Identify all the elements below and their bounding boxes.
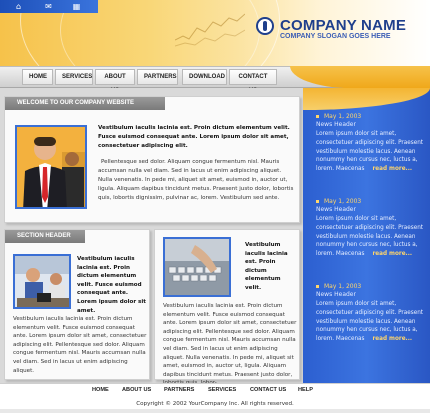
keyboard-photo [163,237,231,297]
bullet-icon [316,200,319,203]
news-date: May 1, 2003 [324,283,362,290]
copyright-text: Copyright © 2002 YourCompany Inc. All ri… [136,401,294,407]
read-more-link[interactable]: read more... [373,166,413,172]
nav-contact-us[interactable]: CONTACT US [229,69,277,94]
footer-stripe [0,409,430,413]
news-date: May 1, 2003 [324,198,362,205]
mail-icon[interactable]: ✉ [44,2,53,11]
footer-link-services[interactable]: SERVICES [208,387,236,393]
footer-link-about-us[interactable]: ABOUT US [122,387,151,393]
footer-link-home[interactable]: HOME [92,387,109,393]
welcome-panel: WELCOME TO OUR COMPANY WEBSITE Vestibulu… [4,96,300,223]
nav-home[interactable]: HOME [22,69,53,85]
site-footer: HOME ABOUT US PARTNERS SERVICES CONTACT … [0,383,430,413]
sitemap-icon[interactable]: ▦ [72,2,81,11]
company-slogan: COMPANY SLOGAN GOES HERE [280,33,391,40]
nav-partners[interactable]: PARTNERS [137,69,178,85]
office-meeting-photo [13,254,71,309]
welcome-lead: Vestibulum iaculis lacinia est. Proin di… [98,125,290,149]
top-icon-bar: ⌂ ✉ ▦ [0,0,98,13]
keyboard-body: Vestibulum iaculis lacinia est. Proin di… [163,303,297,386]
welcome-title: WELCOME TO OUR COMPANY WEBSITE [5,97,165,110]
nav-about-us[interactable]: ABOUT US [95,69,135,94]
company-logo-icon[interactable] [256,17,274,35]
footer-link-partners[interactable]: PARTNERS [164,387,194,393]
keyboard-panel: Vestibulum iaculis lacinia est. Proin di… [154,229,300,386]
read-more-link[interactable]: read more... [373,251,413,257]
news-item: May 1, 2003 News Header Lorem ipsum dolo… [316,198,424,259]
news-date: May 1, 2003 [324,113,362,120]
news-header[interactable]: News Header [316,121,424,128]
section-title: SECTION HEADER [5,230,85,243]
company-name[interactable]: COMPANY NAME [280,17,406,34]
keyboard-lead: Vestibulum iaculis lacinia est. Proin di… [245,242,288,291]
site-header: ⌂ ✉ ▦ COMPANY NAME COMPANY SLOGAN GOES H… [0,0,430,66]
footer-link-help[interactable]: HELP [298,387,313,393]
read-more-link[interactable]: read more... [373,336,413,342]
bullet-icon [316,285,319,288]
businessmen-photo [15,125,87,209]
section-body: Vestibulum iaculis lacinia est. Proin di… [13,316,147,374]
chart-decoration [175,13,245,47]
news-header[interactable]: News Header [316,206,424,213]
footer-nav: HOME ABOUT US PARTNERS SERVICES CONTACT … [0,387,430,397]
news-item: May 1, 2003 News Header Lorem ipsum dolo… [316,113,424,174]
news-header[interactable]: News Header [316,291,424,298]
home-icon[interactable]: ⌂ [14,2,23,11]
section-lead: Vestibulum iaculis lacinia est. Proin di… [77,256,146,314]
main-content: WELCOME TO OUR COMPANY WEBSITE Vestibulu… [0,88,303,386]
section-panel: SECTION HEADER Vestibulum iaculis lacini… [4,229,150,380]
welcome-body: Pellentesque sed dolor. Aliquam congue f… [98,159,294,201]
bullet-icon [316,115,319,118]
nav-services[interactable]: SERVICES [55,69,93,85]
footer-link-contact-us[interactable]: CONTACT US [250,387,286,393]
nav-download[interactable]: DOWNLOAD [182,69,227,85]
news-item: May 1, 2003 News Header Lorem ipsum dolo… [316,283,424,344]
